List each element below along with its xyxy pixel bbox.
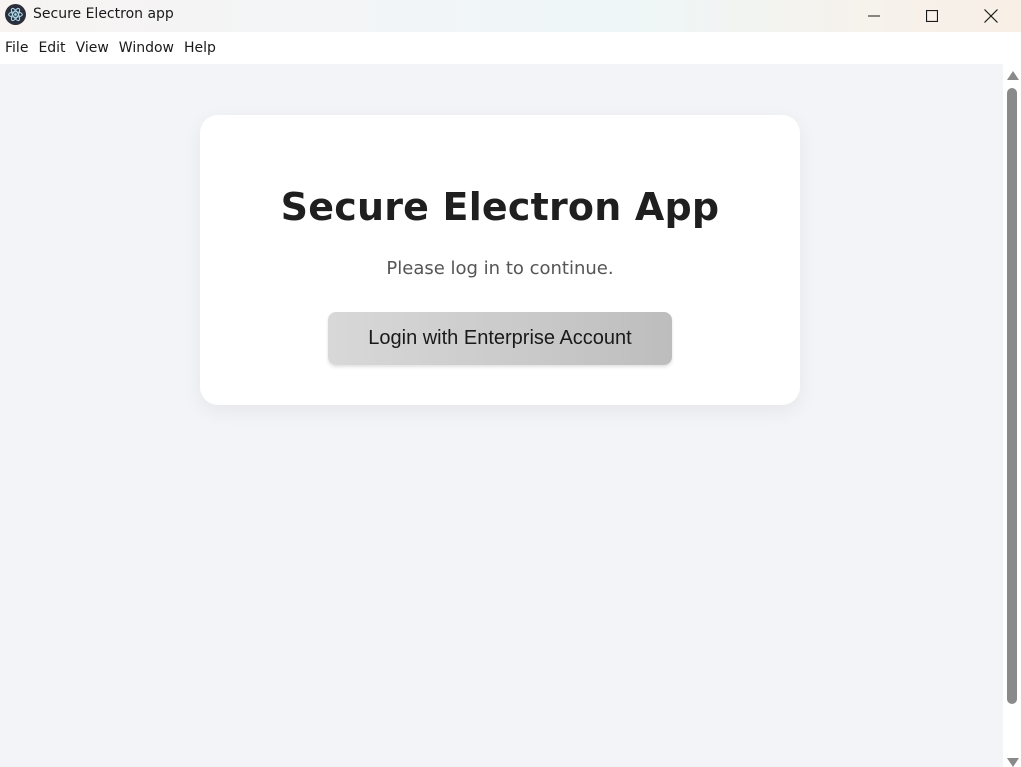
enterprise-login-button[interactable]: Login with Enterprise Account — [328, 312, 672, 365]
menu-file[interactable]: File — [0, 32, 33, 64]
close-icon — [984, 9, 998, 23]
menu-help[interactable]: Help — [179, 32, 221, 64]
electron-logo-icon — [5, 4, 26, 25]
maximize-button[interactable] — [903, 0, 961, 32]
menu-view[interactable]: View — [71, 32, 114, 64]
window-title: Secure Electron app — [33, 6, 174, 22]
minimize-button[interactable] — [845, 0, 903, 32]
scroll-thumb[interactable] — [1007, 88, 1017, 704]
menu-edit[interactable]: Edit — [33, 32, 70, 64]
maximize-icon — [926, 10, 938, 22]
minimize-icon — [868, 15, 880, 17]
title-bar: Secure Electron app — [0, 0, 1021, 32]
login-subtitle: Please log in to continue. — [386, 258, 614, 279]
scroll-up-arrow-icon[interactable] — [1007, 71, 1019, 80]
main-content: Secure Electron App Please log in to con… — [0, 64, 1003, 767]
menu-bar: File Edit View Window Help — [0, 32, 1021, 64]
vertical-scrollbar[interactable] — [1003, 64, 1021, 767]
menu-window[interactable]: Window — [114, 32, 179, 64]
close-button[interactable] — [962, 0, 1020, 32]
scroll-down-arrow-icon[interactable] — [1007, 758, 1019, 767]
login-card: Secure Electron App Please log in to con… — [200, 115, 800, 405]
login-title: Secure Electron App — [280, 185, 720, 229]
